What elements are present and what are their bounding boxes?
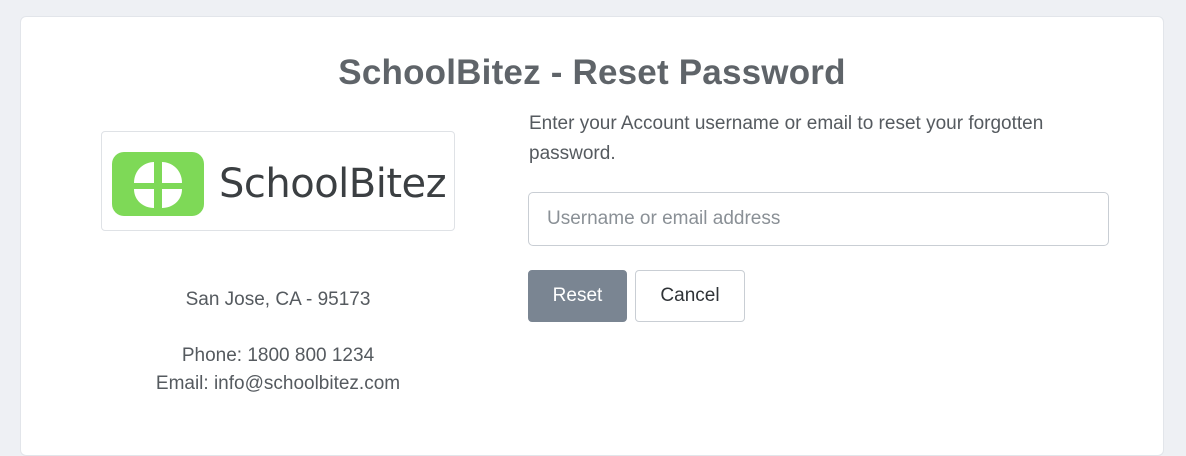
contact-email: Email: info@schoolbitez.com xyxy=(155,373,401,394)
contact-address: San Jose, CA - 95173 xyxy=(185,289,371,310)
reset-instructions: Enter your Account username or email to … xyxy=(529,113,1044,164)
logo-wordmark: SchoolBitez xyxy=(219,161,447,207)
username-email-input[interactable] xyxy=(528,192,1109,246)
contact-phone: Phone: 1800 800 1234 xyxy=(181,345,375,366)
logo: SchoolBitez xyxy=(101,131,455,231)
cancel-button[interactable]: Cancel xyxy=(635,270,745,322)
schoolbitez-logo-icon xyxy=(112,152,204,216)
reset-button[interactable]: Reset xyxy=(528,270,627,322)
reset-password-card: SchoolBitez - Reset Password SchoolBitez… xyxy=(20,16,1164,456)
page-title: SchoolBitez - Reset Password xyxy=(338,53,846,92)
